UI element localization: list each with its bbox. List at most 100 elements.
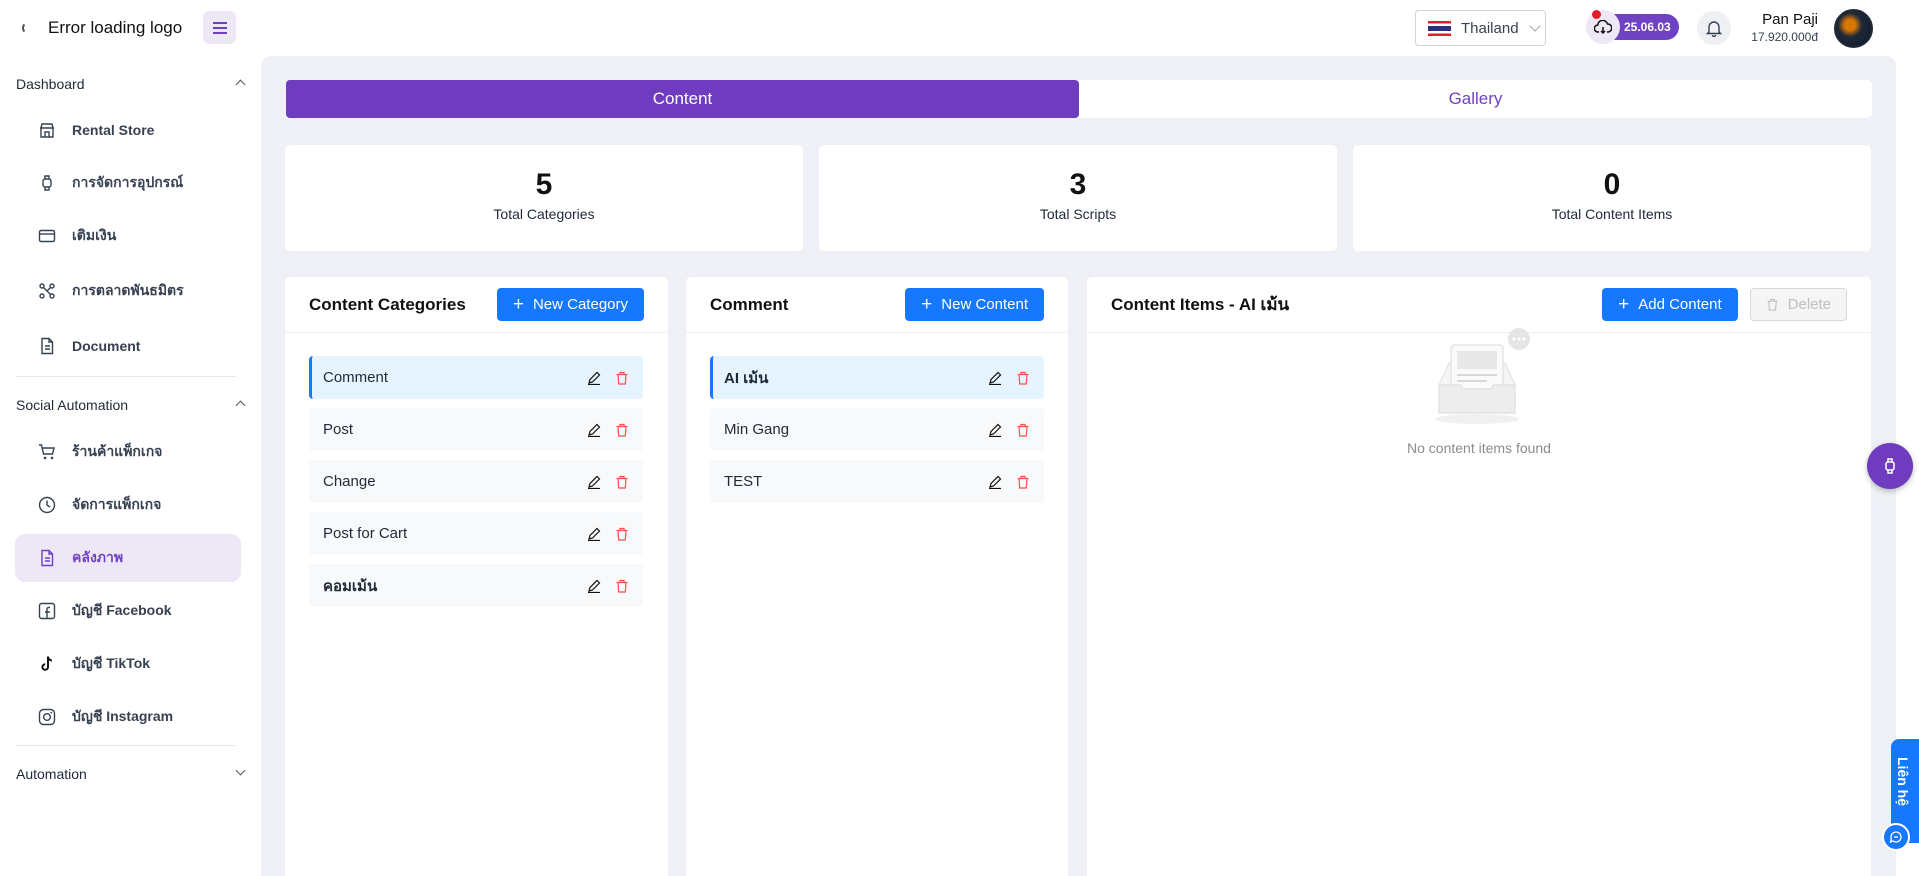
panel-title: Comment [710,294,789,314]
tab-content[interactable]: Content [286,80,1079,118]
category-row[interactable]: Post [309,408,643,451]
stat-value: 0 [1603,168,1621,201]
delete-icon[interactable] [615,527,629,541]
delete-icon[interactable] [615,423,629,437]
content-categories-panel: Content Categories + New Category Comment… [285,277,668,876]
main-content: Content Gallery 5 Total Categories 3 Tot… [261,56,1896,876]
delete-button[interactable]: Delete [1749,288,1847,321]
category-name: Comment [323,369,389,386]
clock-icon [38,496,56,514]
sidebar-item-facebook[interactable]: บัญชี Facebook [15,587,241,635]
button-label: Delete [1787,296,1831,313]
menu-toggle-button[interactable] [203,11,236,44]
button-label: Add Content [1638,296,1722,313]
document-icon [38,337,56,355]
sidebar-item-device-management[interactable]: การจัดการอุปกรณ์ [15,159,241,207]
card-icon [38,227,56,245]
tiktok-icon [38,655,56,673]
sidebar-item-gallery[interactable]: คลังภาพ [15,534,241,582]
script-row[interactable]: AI เม้น [710,356,1044,399]
cart-icon [38,443,56,461]
delete-icon[interactable] [1016,475,1030,489]
contact-tab[interactable]: Liên hệ [1882,739,1919,851]
network-icon [38,282,56,300]
sidebar-item-document[interactable]: Document [15,322,241,370]
delete-icon[interactable] [1016,371,1030,385]
edit-icon[interactable] [988,423,1002,437]
logo[interactable]: Error loading logo [22,18,182,38]
panel-title: Content Categories [309,294,466,314]
sidebar-divider [16,376,236,377]
category-row[interactable]: คอมเม้น [309,564,643,607]
edit-icon[interactable] [587,579,601,593]
panel-title: Content Items - AI เม้น [1111,295,1290,314]
chevron-up-icon [235,400,246,411]
category-row[interactable]: Change [309,460,643,503]
stat-value: 5 [535,168,553,201]
sidebar-item-affiliate[interactable]: การตลาดพันธมิตร [15,267,241,315]
sidebar-item-label: บัญชี Instagram [72,708,174,724]
plus-icon: + [1618,294,1630,315]
avatar[interactable] [1834,9,1873,48]
sidebar-item-label: การตลาดพันธมิตร [72,282,184,298]
file-icon [38,549,56,567]
sidebar: Dashboard Rental Store การจัดการอุปกรณ์ … [0,56,260,876]
edit-icon[interactable] [988,371,1002,385]
script-row[interactable]: TEST [710,460,1044,503]
add-content-button[interactable]: + Add Content [1602,288,1738,321]
sidebar-item-rental-store[interactable]: Rental Store [15,106,241,154]
sidebar-item-label: การจัดการอุปกรณ์ [72,174,184,190]
notification-button[interactable] [1697,11,1731,45]
thailand-flag-icon [1428,20,1451,36]
edit-icon[interactable] [587,423,601,437]
contact-label: Liên hệ [1895,757,1911,807]
loading-icon [22,22,34,34]
sidebar-item-label: Document [72,338,141,354]
hamburger-icon [212,26,227,29]
sidebar-item-label: คลังภาพ [72,549,124,565]
section-social-automation[interactable]: Social Automation [16,397,246,413]
sync-badge[interactable]: 25.06.03 [1586,10,1679,44]
delete-icon[interactable] [1016,423,1030,437]
button-label: New Category [532,296,628,313]
category-row[interactable]: Post for Cart [309,512,643,555]
sidebar-item-instagram[interactable]: บัญชี Instagram [15,693,241,741]
edit-icon[interactable] [587,371,601,385]
chat-icon[interactable] [1882,823,1910,851]
sidebar-item-tiktok[interactable]: บัญชี TikTok [15,640,241,688]
store-icon [38,121,56,139]
edit-icon[interactable] [587,475,601,489]
chevron-down-icon [1528,20,1541,32]
new-content-button[interactable]: + New Content [905,288,1044,321]
bell-icon [1706,21,1722,37]
sidebar-item-label: บัญชี TikTok [72,655,151,671]
sidebar-divider [16,745,236,746]
sidebar-item-topup[interactable]: เติมเงิน [15,212,241,260]
tab-gallery[interactable]: Gallery [1079,80,1872,118]
stat-label: Total Scripts [1039,206,1117,222]
sidebar-item-label: ร้านค้าแพ็กเกจ [72,443,163,459]
category-row[interactable]: Comment [309,356,643,399]
new-category-button[interactable]: + New Category [496,288,644,321]
delete-icon[interactable] [615,371,629,385]
country-select[interactable]: Thailand [1415,10,1546,46]
top-bar: Error loading logo Thailand 25.06.03 Pan… [0,0,1919,56]
stat-total-content-items: 0 Total Content Items [1353,145,1871,251]
facebook-icon [38,602,56,620]
delete-icon[interactable] [615,475,629,489]
cloud-download-icon [1586,10,1620,44]
user-info[interactable]: Pan Paji 17.920.000đ [1740,11,1818,44]
stat-total-categories: 5 Total Categories [285,145,803,251]
floating-device-button[interactable] [1867,443,1913,489]
category-name: Change [323,473,376,490]
delete-icon[interactable] [615,579,629,593]
sidebar-item-package-store[interactable]: ร้านค้าแพ็กเกจ [15,428,241,476]
edit-icon[interactable] [587,527,601,541]
trash-icon [1767,298,1778,311]
sidebar-item-package-management[interactable]: จัดการแพ็กเกจ [15,481,241,529]
section-automation[interactable]: Automation [16,765,246,782]
script-row[interactable]: Min Gang [710,408,1044,451]
edit-icon[interactable] [988,475,1002,489]
plus-icon: + [921,294,933,315]
section-dashboard[interactable]: Dashboard [16,76,246,92]
